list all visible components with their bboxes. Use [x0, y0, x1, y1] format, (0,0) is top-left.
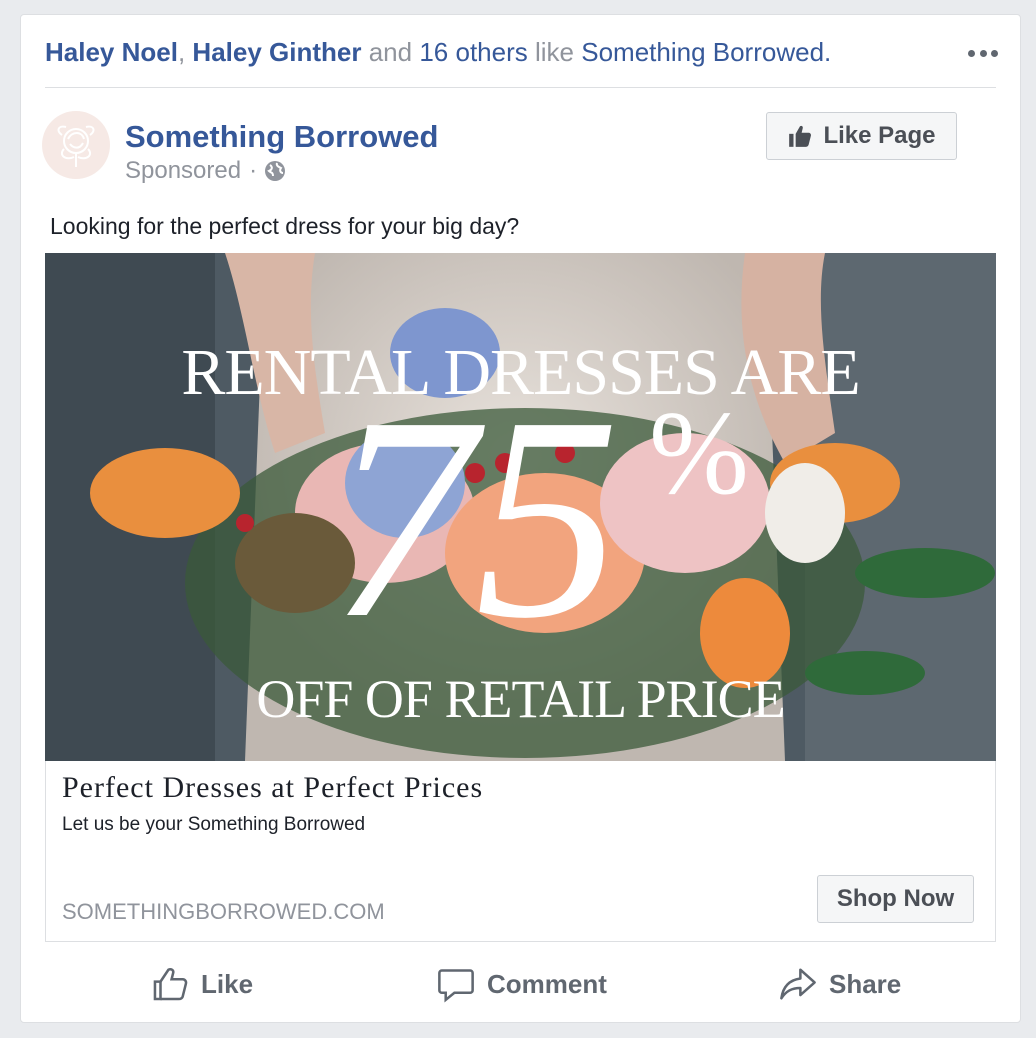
link-description: Let us be your Something Borrowed [62, 814, 366, 835]
link-headline[interactable]: Perfect Dresses at Perfect Prices [62, 771, 483, 805]
like-page-label: Like Page [823, 122, 936, 149]
share-action-button[interactable]: Share [779, 965, 901, 1003]
image-headline-line3: OFF OF RETAIL PRICE [256, 669, 785, 729]
and-text: and [368, 37, 413, 67]
sponsored-post-card: Haley Noel, Haley Ginther and 16 others … [20, 14, 1021, 1023]
link-domain: SOMETHINGBORROWED.COM [62, 899, 385, 924]
like-action-label: Like [201, 968, 254, 999]
share-arrow-icon [780, 968, 816, 1000]
image-big-number: 75 [330, 357, 620, 678]
post-meta: Sponsored · [125, 157, 287, 185]
ad-image[interactable]: RENTAL DRESSES ARE 75 % OFF OF RETAIL PR… [45, 253, 996, 761]
comment-action-button[interactable]: Comment [437, 965, 607, 1003]
comment-bubble-icon [438, 969, 474, 1003]
friend-link-1[interactable]: Haley Noel [45, 37, 178, 67]
page-avatar[interactable] [42, 111, 110, 179]
more-dots-icon[interactable] [968, 45, 998, 61]
like-text: like [534, 37, 574, 67]
like-action-button[interactable]: Like [151, 965, 253, 1003]
action-bar: Like Comment Share [45, 957, 996, 1009]
page-name-link[interactable]: Something Borrowed [125, 119, 438, 155]
others-link[interactable]: 16 others [419, 37, 527, 67]
share-action-label: Share [829, 968, 902, 999]
thumbs-up-icon [789, 125, 812, 147]
image-percent-sign: % [649, 386, 749, 519]
comment-action-label: Comment [487, 968, 607, 999]
divider [45, 87, 996, 88]
friend-link-2[interactable]: Haley Ginther [192, 37, 361, 67]
social-context: Haley Noel, Haley Ginther and 16 others … [45, 37, 831, 68]
rose-logo-icon [57, 125, 95, 167]
post-text: Looking for the perfect dress for your b… [50, 213, 520, 239]
separator-text: , [177, 37, 186, 67]
like-page-button[interactable]: Like Page [766, 112, 957, 160]
sponsored-label[interactable]: Sponsored [125, 157, 241, 185]
shop-now-button[interactable]: Shop Now [817, 875, 974, 923]
globe-icon [265, 161, 286, 181]
page-link-context[interactable]: Something Borrowed. [581, 37, 831, 67]
link-preview[interactable]: Perfect Dresses at Perfect Prices Let us… [45, 761, 996, 942]
meta-dot: · [249, 157, 258, 184]
thumbs-up-icon [153, 968, 188, 1001]
